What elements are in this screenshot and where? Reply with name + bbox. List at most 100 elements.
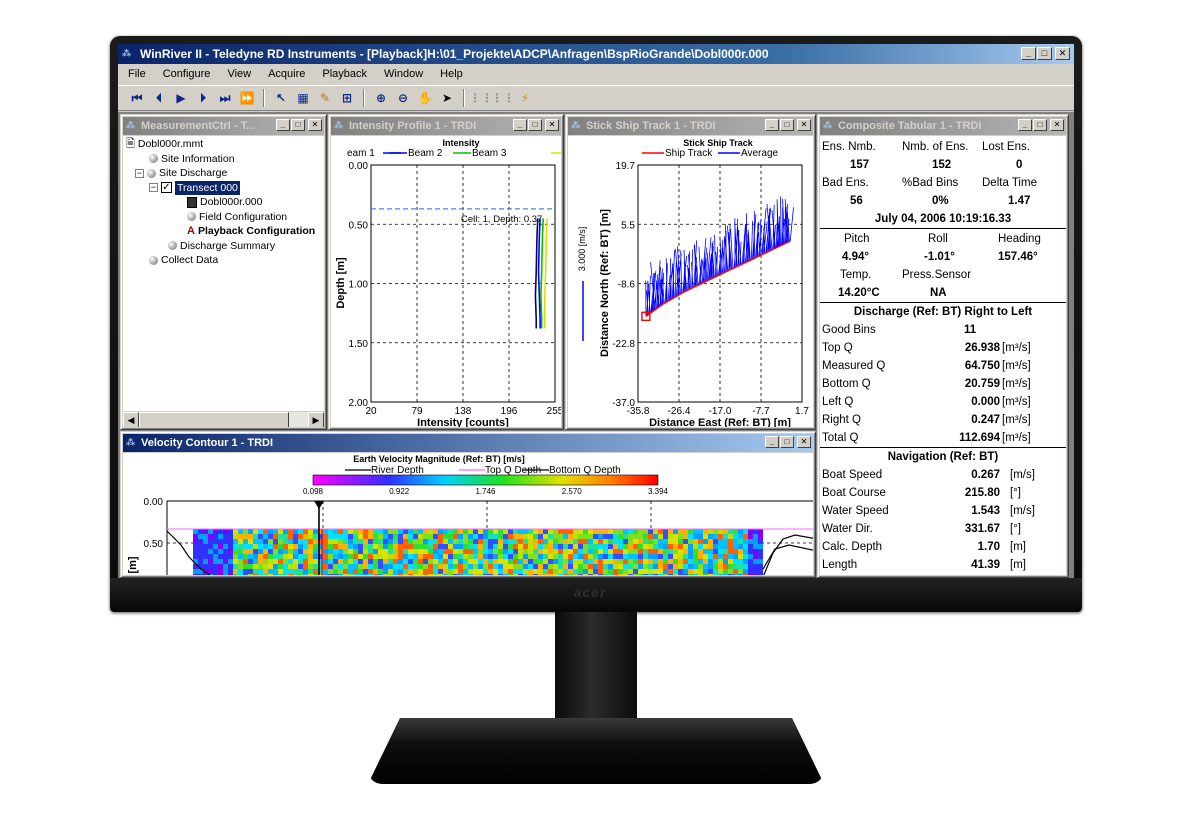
intensity-profile-window[interactable]: ⁂ Intensity Profile 1 - TRDI _ □ ✕ Inten… [328,114,564,430]
pointer-icon[interactable]: ↖ [272,89,290,107]
select-arrow-icon[interactable]: ➤ [438,89,456,107]
maximize-button[interactable]: □ [780,436,794,448]
minimize-button[interactable]: _ [765,119,779,131]
heading-header: Heading [998,233,1041,245]
velocity-contour-titlebar[interactable]: ⁂ Velocity Contour 1 - TRDI _ □ ✕ [123,434,813,452]
contour-cell [373,564,378,569]
contour-cell [483,559,488,564]
measurement-control-titlebar[interactable]: ⁂ MeasurementCtrl - T... _ □ ✕ [123,117,324,135]
scroll-right-button[interactable]: ▶ [308,412,324,427]
play-icon[interactable]: ▶ [172,89,190,107]
menu-configure[interactable]: Configure [161,68,213,80]
velocity-contour-chart[interactable]: Earth Velocity Magnitude (Ref: BT) [m/s]… [123,453,813,575]
tree-node-field-configuration[interactable]: Field Configuration [187,210,287,225]
minimize-button[interactable]: _ [1018,119,1032,131]
scroll-left-button[interactable]: ◀ [123,412,139,427]
contour-cell [623,554,628,559]
menu-help[interactable]: Help [438,68,465,80]
tree-node-transect[interactable]: − ✓ Transect 000 [149,180,240,195]
horizontal-scrollbar[interactable]: ◀ ▶ [123,411,324,427]
contour-cell [708,529,713,534]
contour-cell [603,574,608,575]
close-button[interactable]: ✕ [797,119,811,131]
tree-node-site-discharge[interactable]: − Site Discharge [135,166,227,181]
fit-icon[interactable]: ⊞ [338,89,356,107]
maximize-button[interactable]: □ [780,119,794,131]
contour-cell [723,529,728,534]
checkbox-icon[interactable]: ✓ [161,182,172,194]
go-last-icon[interactable]: ⏩ [238,89,256,107]
composite-tabular-titlebar[interactable]: ⁂ Composite Tabular 1 - TRDI _ □ ✕ [820,117,1066,135]
contour-cell [228,569,233,574]
contour-cell [728,529,733,534]
properties-icon[interactable]: ▦ [294,89,312,107]
contour-cell [548,564,553,569]
contour-cell [308,539,313,544]
contour-cell [418,529,423,534]
minimize-button[interactable]: _ [1021,47,1036,60]
go-first-icon[interactable]: ⏮ [128,89,146,107]
minimize-button[interactable]: _ [513,119,527,131]
menu-view[interactable]: View [225,68,253,80]
contour-cell [718,549,723,554]
velocity-contour-window[interactable]: ⁂ Velocity Contour 1 - TRDI _ □ ✕ Earth … [120,431,816,578]
zoom-in-icon[interactable]: ⊕ [372,89,390,107]
stick-ship-track-titlebar[interactable]: ⁂ Stick Ship Track 1 - TRDI _ □ ✕ [568,117,813,135]
grid-icon[interactable]: ⋮⋮ [469,89,493,107]
edit-icon[interactable]: ✎ [316,89,334,107]
contour-cell [678,539,683,544]
contour-cell [678,574,683,575]
ship-track-chart[interactable]: Stick Ship Track Ship Track Average -35.8… [568,136,813,427]
tree-node-playback-configuration[interactable]: A Playback Configuration [187,224,315,239]
contour-cell [753,549,758,554]
contour-cell [438,559,443,564]
minimize-button[interactable]: _ [276,119,290,131]
menu-window[interactable]: Window [382,68,425,80]
close-button[interactable]: ✕ [1055,47,1070,60]
tree-node-site-information[interactable]: Site Information [149,152,235,167]
contour-cell [593,534,598,539]
tree-node-collect-data[interactable]: Collect Data [149,253,218,268]
step-back-icon[interactable]: ⏴ [150,89,168,107]
maximize-button[interactable]: □ [1037,47,1052,60]
composite-tabular-window[interactable]: ⁂ Composite Tabular 1 - TRDI _ □ ✕ Ens. … [817,114,1069,578]
intensity-profile-titlebar[interactable]: ⁂ Intensity Profile 1 - TRDI _ □ ✕ [331,117,561,135]
pan-hand-icon[interactable]: ✋ [416,89,434,107]
screen: ⁂ WinRiver II - Teledyne RD Instruments … [118,44,1074,578]
close-button[interactable]: ✕ [308,119,322,131]
app-title-bar[interactable]: ⁂ WinRiver II - Teledyne RD Instruments … [118,44,1074,64]
contour-cell [533,564,538,569]
scroll-thumb[interactable] [139,412,289,427]
tree-node-data-file[interactable]: Dobl000r.000 [187,195,262,210]
collapse-icon[interactable]: − [149,183,158,193]
collapse-icon[interactable]: − [135,168,144,178]
menu-acquire[interactable]: Acquire [266,68,307,80]
step-end-icon[interactable]: ⏭ [216,89,234,107]
grid2-icon[interactable]: ⋮⋮ [491,89,515,107]
close-button[interactable]: ✕ [797,436,811,448]
maximize-button[interactable]: □ [528,119,542,131]
step-forward-icon[interactable]: ⏵ [194,89,212,107]
close-button[interactable]: ✕ [545,119,559,131]
lost-ens-value: 0 [1016,159,1023,171]
intensity-chart[interactable]: Intensity eam 1 Beam 2 Beam 3 Cell: 1, Dep… [331,136,561,427]
contour-cell [198,529,203,534]
minimize-button[interactable]: _ [765,436,779,448]
window-icon: ⁂ [571,120,581,130]
menu-playback[interactable]: Playback [320,68,369,80]
measurement-control-window[interactable]: ⁂ MeasurementCtrl - T... _ □ ✕ 🗎 Dobl000… [120,114,327,430]
contour-cell [713,529,718,534]
maximize-button[interactable]: □ [291,119,305,131]
zoom-out-icon[interactable]: ⊖ [394,89,412,107]
contour-cell [293,559,298,564]
maximize-button[interactable]: □ [1033,119,1047,131]
contour-cell [258,539,263,544]
menu-file[interactable]: File [126,68,148,80]
contour-cell [238,554,243,559]
contour-cell [548,559,553,564]
lightning-icon[interactable]: ⚡ [516,89,534,107]
tree-node-discharge-summary[interactable]: Discharge Summary [168,239,275,254]
close-button[interactable]: ✕ [1050,119,1064,131]
stick-ship-track-window[interactable]: ⁂ Stick Ship Track 1 - TRDI _ □ ✕ Stick … [565,114,816,430]
tree-node-project[interactable]: 🗎 Dobl000r.mmt [126,137,203,152]
